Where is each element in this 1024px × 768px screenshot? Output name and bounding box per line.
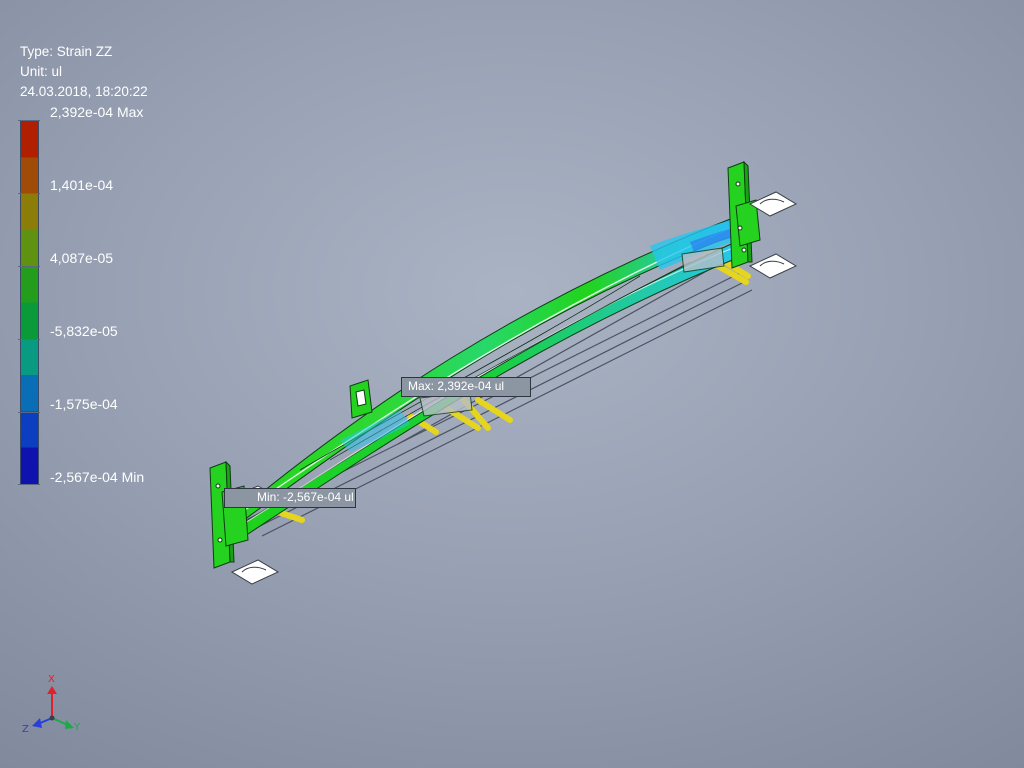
max-probe-label[interactable]: Max: 2,392e-04 ul: [401, 377, 531, 397]
right-hanger: [681, 160, 761, 273]
triad-z-label: Z: [22, 724, 29, 735]
spring-beam: [224, 215, 743, 535]
triad-y-arrow: [65, 720, 74, 729]
triad-y-label: Y: [74, 722, 81, 733]
triad-x-label: X: [48, 674, 55, 685]
left-hanger: [209, 460, 249, 569]
triad-x-arrow: [47, 686, 57, 694]
min-probe-label[interactable]: Min: -2,567e-04 ul: [224, 488, 356, 508]
triad-origin: [49, 715, 55, 721]
triad-z-arrow: [32, 718, 42, 728]
